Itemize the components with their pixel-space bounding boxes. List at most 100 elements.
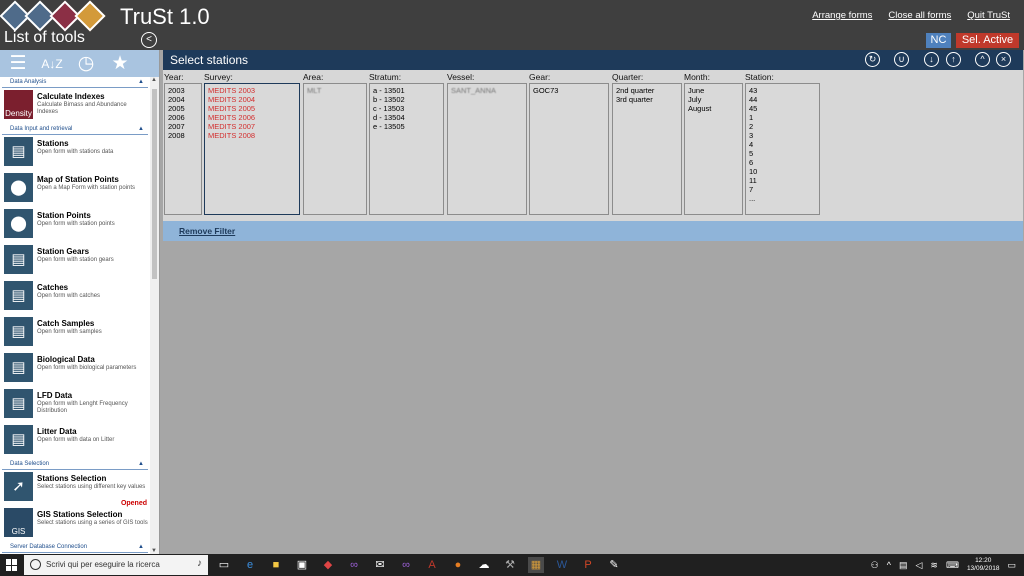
list-item[interactable]: 43 xyxy=(749,86,816,95)
move-down-button[interactable]: ↓ xyxy=(924,52,939,67)
filter-listbox[interactable]: SANT_ANNA xyxy=(447,83,527,215)
store-icon[interactable]: ▣ xyxy=(294,557,310,573)
list-item[interactable]: 3rd quarter xyxy=(616,95,678,104)
refresh-button[interactable]: ↻ xyxy=(865,52,880,67)
filter-listbox[interactable]: MEDITS 2003 MEDITS 2004 MEDITS 2005 MEDITS … xyxy=(204,83,300,215)
cloud-icon[interactable]: ☁ xyxy=(476,557,492,573)
access-icon[interactable]: A xyxy=(424,557,440,573)
list-item[interactable]: MEDITS 2008 xyxy=(208,131,296,140)
keyboard-icon[interactable]: ⌨ xyxy=(946,560,959,571)
list-item[interactable]: 4 xyxy=(749,140,816,149)
list-item[interactable]: c - 13503 xyxy=(373,104,440,113)
collapse-caret-icon[interactable]: ▲ xyxy=(138,542,144,553)
move-up-button[interactable]: ↑ xyxy=(946,52,961,67)
list-item[interactable]: 10 xyxy=(749,167,816,176)
section-header[interactable]: Data Selection ▲ xyxy=(2,459,148,470)
tool-item[interactable]: GIS GIS Stations Selection Select stations… xyxy=(0,506,150,542)
collapse-sidebar-button[interactable]: < xyxy=(141,32,157,48)
list-item[interactable]: 6 xyxy=(749,158,816,167)
filter-listbox[interactable]: June July August xyxy=(684,83,743,215)
app-red-icon[interactable]: ◆ xyxy=(320,557,336,573)
section-header[interactable]: Data Input and retrieval ▲ xyxy=(2,124,148,135)
list-item[interactable]: 2003 xyxy=(168,86,198,95)
list-item[interactable]: 2008 xyxy=(168,131,198,140)
filter-listbox[interactable]: a - 13501 b - 13502 c - 13503 d - 13504 e - … xyxy=(369,83,444,215)
scroll-thumb[interactable] xyxy=(152,89,157,279)
list-item[interactable]: ... xyxy=(749,194,816,203)
list-item[interactable]: MEDITS 2007 xyxy=(208,122,296,131)
list-item[interactable]: MEDITS 2004 xyxy=(208,95,296,104)
minimize-button[interactable]: ^ xyxy=(975,52,990,67)
collapse-caret-icon[interactable]: ▲ xyxy=(138,459,144,470)
list-item[interactable]: 2 xyxy=(749,122,816,131)
taskbar-search[interactable]: Scrivi qui per eseguire la ricerca ♪ xyxy=(24,555,208,575)
word-icon[interactable]: W xyxy=(554,557,570,573)
list-item[interactable]: 3 xyxy=(749,131,816,140)
trust-app-icon[interactable]: ▦ xyxy=(528,557,544,573)
tool-item[interactable]: ⬤ Station Points Open form with station po… xyxy=(0,207,150,243)
nc-badge[interactable]: NC xyxy=(926,33,951,48)
list-item[interactable]: July xyxy=(688,95,739,104)
section-header[interactable]: Data Analysis ▲ xyxy=(2,77,148,88)
edge-icon[interactable]: e xyxy=(242,557,258,573)
list-item[interactable]: 2004 xyxy=(168,95,198,104)
list-item[interactable]: MEDITS 2003 xyxy=(208,86,296,95)
tool-item[interactable]: ▤ Litter Data Open form with data on Litte… xyxy=(0,423,150,459)
task-view-icon[interactable]: ▭ xyxy=(216,557,232,573)
list-item[interactable]: 2005 xyxy=(168,104,198,113)
chevron-up-icon[interactable]: ^ xyxy=(887,560,891,570)
scroll-up-icon[interactable]: ▲ xyxy=(151,77,157,83)
paint-icon[interactable]: ✎ xyxy=(606,557,622,573)
list-item[interactable]: GOC73 xyxy=(533,86,605,95)
tool-item[interactable]: ➚ Stations Selection Select stations using… xyxy=(0,470,150,507)
notifications-icon[interactable]: ▭ xyxy=(1007,560,1016,571)
filter-listbox[interactable]: 43 44 45 1 2 3 4 5 6 10 11 7... xyxy=(745,83,820,215)
list-item[interactable]: MEDITS 2005 xyxy=(208,104,296,113)
volume-icon[interactable]: ◁ xyxy=(915,560,922,571)
tool-item[interactable]: ▤ Catches Open form with catches xyxy=(0,279,150,315)
visual-studio-icon[interactable]: ∞ xyxy=(346,557,362,573)
wifi-icon[interactable]: ≋ xyxy=(930,560,938,571)
favorite-icon[interactable]: ★ xyxy=(106,52,134,76)
list-item[interactable]: SANT_ANNA xyxy=(451,86,523,95)
filter-listbox[interactable]: 2003 2004 2005 2006 2007 2008 xyxy=(164,83,202,215)
list-item[interactable]: 7 xyxy=(749,185,816,194)
list-item[interactable]: b - 13502 xyxy=(373,95,440,104)
remove-filter-link[interactable]: Remove Filter xyxy=(179,226,235,236)
section-header[interactable]: Server Database Connection ▲ xyxy=(2,542,148,553)
network-icon[interactable]: ▤ xyxy=(899,560,908,571)
clock-icon[interactable]: ◷ xyxy=(72,52,100,76)
list-item[interactable]: d - 13504 xyxy=(373,113,440,122)
tool-item[interactable]: ▤ LFD Data Open form with Lenght Frequency… xyxy=(0,387,150,423)
tool-item[interactable]: ▤ Stations Open form with stations data xyxy=(0,135,150,171)
list-item[interactable]: 2nd quarter xyxy=(616,86,678,95)
collapse-caret-icon[interactable]: ▲ xyxy=(138,124,144,135)
magnet-button[interactable]: ∪ xyxy=(894,52,909,67)
powerpoint-icon[interactable]: P xyxy=(580,557,596,573)
list-item[interactable]: a - 13501 xyxy=(373,86,440,95)
list-item[interactable]: 2006 xyxy=(168,113,198,122)
close-button[interactable]: × xyxy=(996,52,1011,67)
list-item[interactable]: 2007 xyxy=(168,122,198,131)
microphone-icon[interactable]: ♪ xyxy=(197,558,202,569)
quit-link[interactable]: Quit TruSt xyxy=(967,10,1010,21)
filter-listbox[interactable]: MLT xyxy=(303,83,367,215)
list-item[interactable]: MLT xyxy=(307,86,363,95)
tool-item[interactable]: ▤ Station Gears Open form with station gea… xyxy=(0,243,150,279)
tool-item[interactable]: ▤ Catch Samples Open form with samples xyxy=(0,315,150,351)
arrange-forms-link[interactable]: Arrange forms xyxy=(812,10,872,21)
people-icon[interactable]: ⚇ xyxy=(871,560,879,571)
close-all-forms-link[interactable]: Close all forms xyxy=(888,10,951,21)
tool-item[interactable]: ⬤ Map of Station Points Open a Map Form wi… xyxy=(0,171,150,207)
tool-item[interactable]: ▤ Biological Data Open form with biologica… xyxy=(0,351,150,387)
list-item[interactable]: 5 xyxy=(749,149,816,158)
sort-az-icon[interactable]: A↓Z xyxy=(38,52,66,76)
windows-start-icon[interactable] xyxy=(6,559,18,571)
visual-studio-2-icon[interactable]: ∞ xyxy=(398,557,414,573)
filter-listbox[interactable]: 2nd quarter 3rd quarter xyxy=(612,83,682,215)
list-item[interactable]: MEDITS 2006 xyxy=(208,113,296,122)
list-item[interactable]: 45 xyxy=(749,104,816,113)
filter-listbox[interactable]: GOC73 xyxy=(529,83,609,215)
mail-icon[interactable]: ✉ xyxy=(372,557,388,573)
firefox-icon[interactable]: ● xyxy=(450,557,466,573)
